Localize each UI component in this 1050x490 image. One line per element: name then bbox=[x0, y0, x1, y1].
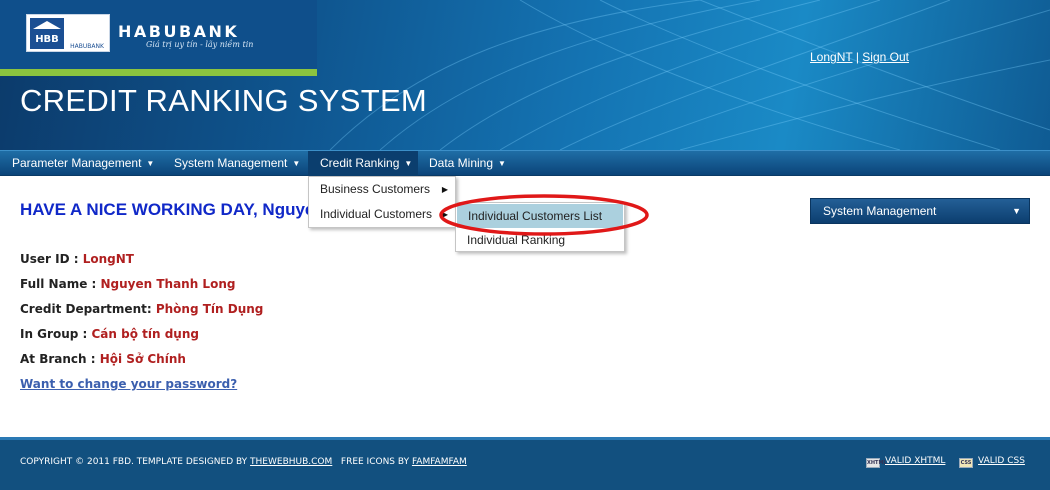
field-label: Credit Department: bbox=[20, 302, 156, 316]
field-label: User ID : bbox=[20, 252, 83, 266]
menu-item-label: Individual Customers bbox=[320, 207, 433, 221]
chevron-down-icon: ▼ bbox=[1012, 206, 1021, 216]
css-icon: CSS bbox=[959, 458, 973, 468]
link-separator: | bbox=[852, 50, 863, 64]
icons-credit-text: FREE ICONS BY bbox=[340, 457, 412, 467]
menu-system-management[interactable]: System Management ▼ bbox=[162, 151, 308, 176]
footer: COPYRIGHT © 2011 FBD. TEMPLATE DESIGNED … bbox=[0, 437, 1050, 490]
username-link[interactable]: LongNT bbox=[810, 50, 852, 64]
menu-label: Parameter Management bbox=[12, 156, 142, 170]
chevron-down-icon: ▼ bbox=[404, 159, 413, 168]
logo-area: HBB HABUBANK HABUBANK Giá trị uy tín - l… bbox=[0, 0, 317, 76]
field-value: Hội Sở Chính bbox=[99, 352, 186, 366]
full-name-row: Full Name : Nguyen Thanh Long bbox=[20, 277, 235, 291]
bank-name: HABUBANK bbox=[118, 22, 240, 41]
header-banner: HBB HABUBANK HABUBANK Giá trị uy tín - l… bbox=[0, 0, 1050, 150]
logo-sub-text: HABUBANK bbox=[70, 43, 105, 50]
menu-item-label: Business Customers bbox=[320, 182, 431, 196]
chevron-right-icon: ▶ bbox=[441, 210, 448, 219]
group-row: In Group : Cán bộ tín dụng bbox=[20, 327, 199, 341]
sign-out-link[interactable]: Sign Out bbox=[862, 50, 909, 64]
field-label: At Branch : bbox=[20, 352, 100, 366]
field-value: Cán bộ tín dụng bbox=[91, 327, 199, 341]
credit-ranking-dropdown: Business Customers ▶ Individual Customers… bbox=[308, 176, 456, 228]
valid-xhtml-link[interactable]: VALID XHTML bbox=[885, 456, 945, 466]
thewebhub-link[interactable]: THEWEBHUB.COM bbox=[250, 457, 332, 467]
system-title: CREDIT RANKING SYSTEM bbox=[20, 83, 428, 118]
main-menubar: Parameter Management ▼ System Management ▼… bbox=[0, 150, 1050, 176]
menu-label: Credit Ranking bbox=[320, 156, 400, 170]
individual-customers-submenu: Individual Customers List Individual Ran… bbox=[455, 202, 625, 252]
menu-label: Data Mining bbox=[429, 156, 494, 170]
chevron-down-icon: ▼ bbox=[146, 159, 155, 168]
user-id-row: User ID : LongNT bbox=[20, 252, 134, 266]
menu-item-business-customers[interactable]: Business Customers ▶ bbox=[309, 177, 455, 202]
field-value: LongNT bbox=[82, 252, 134, 266]
branch-row: At Branch : Hội Sở Chính bbox=[20, 352, 186, 366]
field-value: Nguyen Thanh Long bbox=[100, 277, 236, 291]
welcome-heading: HAVE A NICE WORKING DAY, Nguyen Thanh Lo… bbox=[20, 200, 308, 219]
menu-parameter-management[interactable]: Parameter Management ▼ bbox=[0, 151, 160, 176]
famfamfam-link[interactable]: FAMFAMFAM bbox=[412, 457, 467, 467]
chevron-down-icon: ▼ bbox=[498, 159, 506, 168]
system-select-value: System Management bbox=[823, 204, 937, 218]
xhtml-icon: XHTML bbox=[866, 458, 887, 468]
chevron-down-icon: ▼ bbox=[292, 159, 301, 168]
chevron-right-icon: ▶ bbox=[441, 185, 448, 194]
menu-item-label: Individual Customers List bbox=[468, 209, 603, 223]
field-value: Phòng Tín Dụng bbox=[155, 302, 264, 316]
valid-xhtml-badge: XHTMLVALID XHTML bbox=[866, 456, 945, 468]
bank-slogan: Giá trị uy tín - lãy niềm tin bbox=[146, 40, 254, 49]
copyright-text: COPYRIGHT © 2011 FBD. TEMPLATE DESIGNED … bbox=[20, 457, 251, 467]
menu-credit-ranking[interactable]: Credit Ranking ▼ bbox=[308, 151, 418, 176]
credit-department-row: Credit Department: Phòng Tín Dụng bbox=[20, 302, 263, 316]
bank-logo-icon: HBB HABUBANK bbox=[26, 14, 110, 52]
field-label: In Group : bbox=[20, 327, 92, 341]
logo-mark-text: HBB bbox=[35, 34, 59, 45]
footer-copyright: COPYRIGHT © 2011 FBD. TEMPLATE DESIGNED … bbox=[20, 457, 467, 467]
menu-label: System Management bbox=[174, 156, 288, 170]
menu-item-individual-customers[interactable]: Individual Customers ▶ bbox=[309, 202, 455, 227]
menu-data-mining[interactable]: Data Mining ▼ bbox=[417, 151, 517, 176]
menu-item-individual-customers-list[interactable]: Individual Customers List bbox=[457, 204, 623, 228]
menu-item-individual-ranking[interactable]: Individual Ranking bbox=[456, 228, 624, 252]
menu-item-label: Individual Ranking bbox=[467, 233, 566, 247]
valid-css-link[interactable]: VALID CSS bbox=[978, 456, 1025, 466]
field-label: Full Name : bbox=[20, 277, 101, 291]
valid-css-badge: CSS VALID CSS bbox=[959, 456, 1025, 468]
user-links: LongNT | Sign Out bbox=[810, 50, 909, 64]
change-password-link[interactable]: Want to change your password? bbox=[20, 377, 237, 391]
system-select-dropdown[interactable]: System Management ▼ bbox=[810, 198, 1030, 224]
